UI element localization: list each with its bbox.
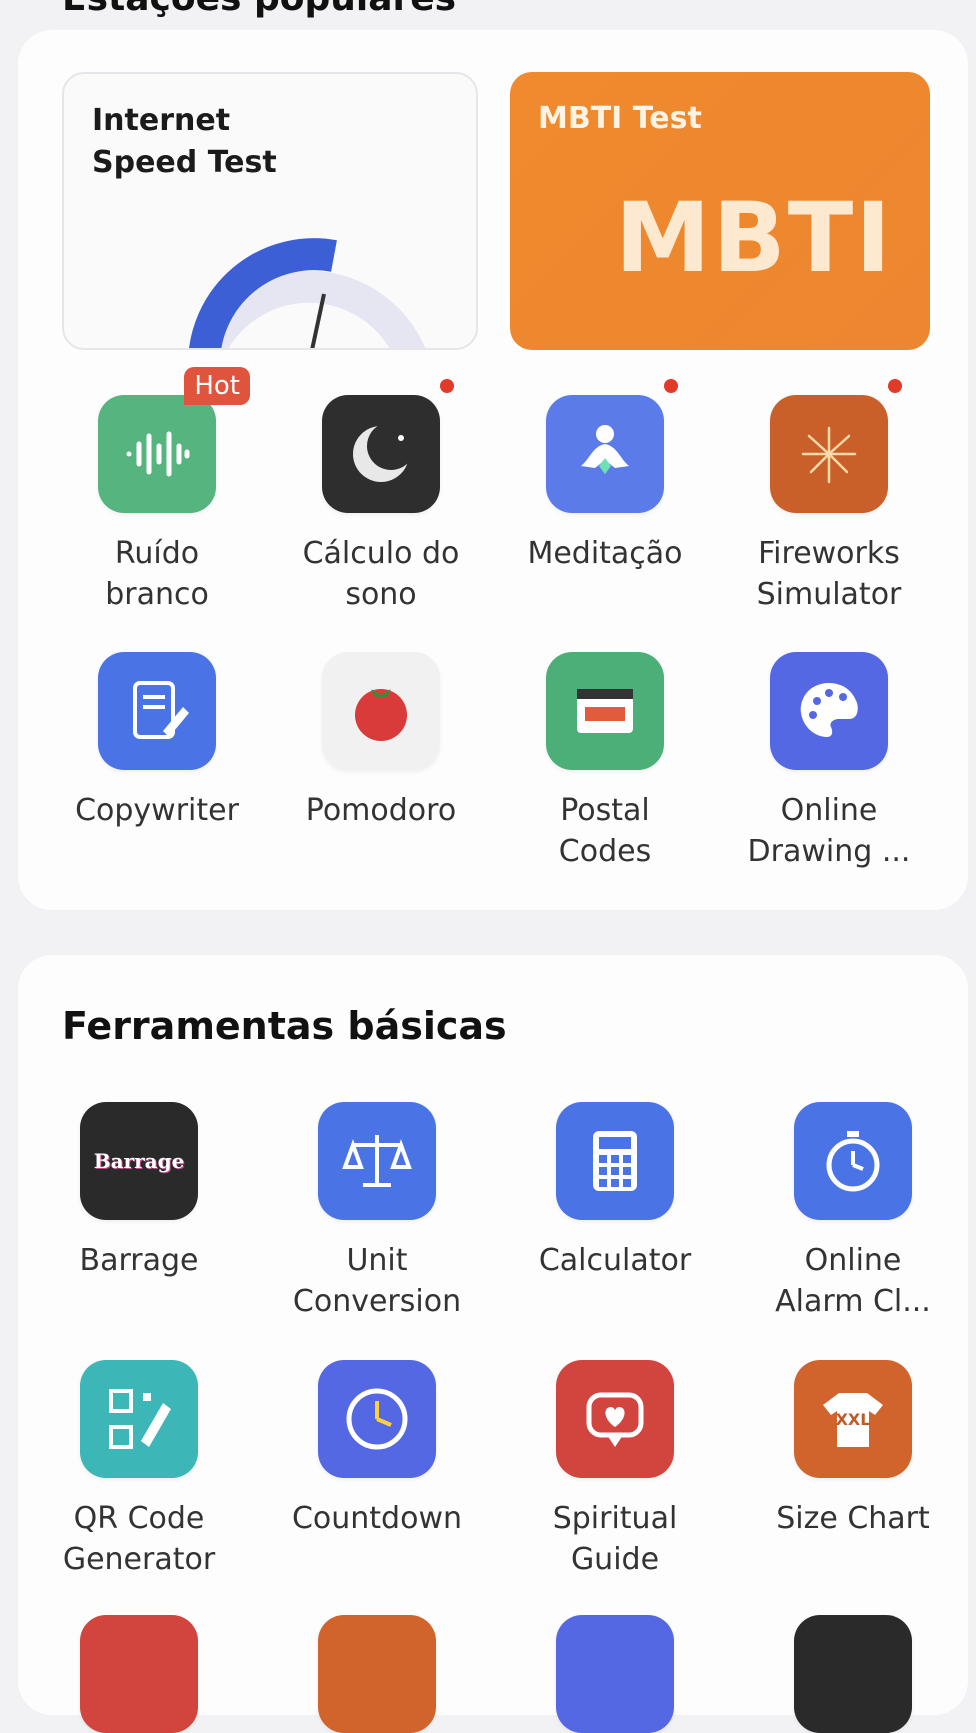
tool-label: Meditação [527, 536, 683, 571]
tool-label: Online Alarm Cl... [775, 1243, 931, 1319]
mbti-logo-text: MBTI [615, 182, 893, 294]
tool-copywriter[interactable]: Copywriter [52, 652, 262, 831]
tool-label: Unit Conversion [292, 1243, 462, 1319]
scale-icon [318, 1102, 436, 1220]
heart-chat-icon [556, 1360, 674, 1478]
tool-online-alarm-clock[interactable]: Online Alarm Cl... [748, 1102, 958, 1322]
postal-icon [546, 652, 664, 770]
tool-label: Barrage [79, 1243, 199, 1278]
calculator-icon [556, 1102, 674, 1220]
search-icon [794, 1615, 912, 1733]
tool-label: Cálculo do sono [302, 536, 460, 612]
tool-label: Fireworks Simulator [756, 536, 902, 612]
tool-white-noise[interactable]: Hot Ruído branco [52, 367, 262, 615]
tool-pomodoro[interactable]: Pomodoro [276, 652, 486, 831]
tool-label: Copywriter [75, 793, 239, 828]
notification-dot [888, 379, 902, 393]
tool-postal-codes[interactable]: Postal Codes [500, 652, 710, 872]
tool-partial-icon[interactable] [34, 1615, 244, 1733]
basic-tools-card [18, 955, 968, 1715]
tomato-icon [322, 652, 440, 770]
speed-test-banner[interactable]: Internet Speed Test [62, 72, 478, 350]
speed-test-title: Internet Speed Test [92, 103, 277, 180]
tool-barrage[interactable]: Barrage Barrage [34, 1102, 244, 1281]
alarm-icon [794, 1102, 912, 1220]
white-noise-icon: Hot [98, 367, 250, 513]
tool-fireworks-simulator[interactable]: Fireworks Simulator [724, 379, 934, 615]
tool-label: QR Code Generator [62, 1501, 216, 1577]
mbti-test-banner[interactable]: MBTI Test MBTI [510, 72, 930, 350]
meditation-icon [546, 379, 678, 513]
bear-icon [556, 1615, 674, 1733]
tool-size-chart[interactable]: XXL Size Chart [748, 1360, 958, 1539]
mbti-test-title: MBTI Test [538, 101, 702, 136]
tool-partial-icon[interactable] [510, 1615, 720, 1733]
tool-label: Online Drawing ... [747, 793, 911, 869]
tool-label: Pomodoro [305, 793, 457, 828]
notification-dot [664, 379, 678, 393]
app-icon [80, 1615, 198, 1733]
clock-icon [318, 1360, 436, 1478]
basic-tools-title: Ferramentas básicas [62, 1004, 507, 1048]
fireworks-icon [770, 379, 902, 513]
tool-label: Countdown [291, 1501, 463, 1536]
tool-spiritual-guide[interactable]: Spiritual Guide [510, 1360, 720, 1580]
tool-unit-conversion[interactable]: Unit Conversion [272, 1102, 482, 1322]
tool-calculator[interactable]: Calculator [510, 1102, 720, 1281]
qr-code-icon [80, 1360, 198, 1478]
tool-label: Size Chart [776, 1501, 930, 1536]
tool-label: Ruído branco [105, 536, 209, 612]
popular-section-title: Estações populares [62, 0, 456, 19]
tool-label: Postal Codes [558, 793, 652, 869]
tool-partial-icon[interactable] [748, 1615, 958, 1733]
tshirt-icon: XXL [794, 1360, 912, 1478]
tool-qr-code-generator[interactable]: QR Code Generator [34, 1360, 244, 1580]
tool-sleep-calculation[interactable]: Cálculo do sono [276, 379, 486, 615]
document-pen-icon [98, 652, 216, 770]
tool-partial-icon[interactable] [272, 1615, 482, 1733]
notification-dot [440, 379, 454, 393]
tool-label: Spiritual Guide [552, 1501, 678, 1577]
hot-badge: Hot [184, 367, 250, 405]
time-icon [318, 1615, 436, 1733]
moon-icon [322, 379, 454, 513]
tool-online-drawing[interactable]: Online Drawing ... [724, 652, 934, 872]
palette-icon [770, 652, 888, 770]
speedometer-icon [189, 238, 426, 348]
tool-countdown[interactable]: Countdown [272, 1360, 482, 1539]
tool-label: Calculator [538, 1243, 692, 1278]
barrage-icon: Barrage [80, 1102, 198, 1220]
tool-meditation[interactable]: Meditação [500, 379, 710, 574]
